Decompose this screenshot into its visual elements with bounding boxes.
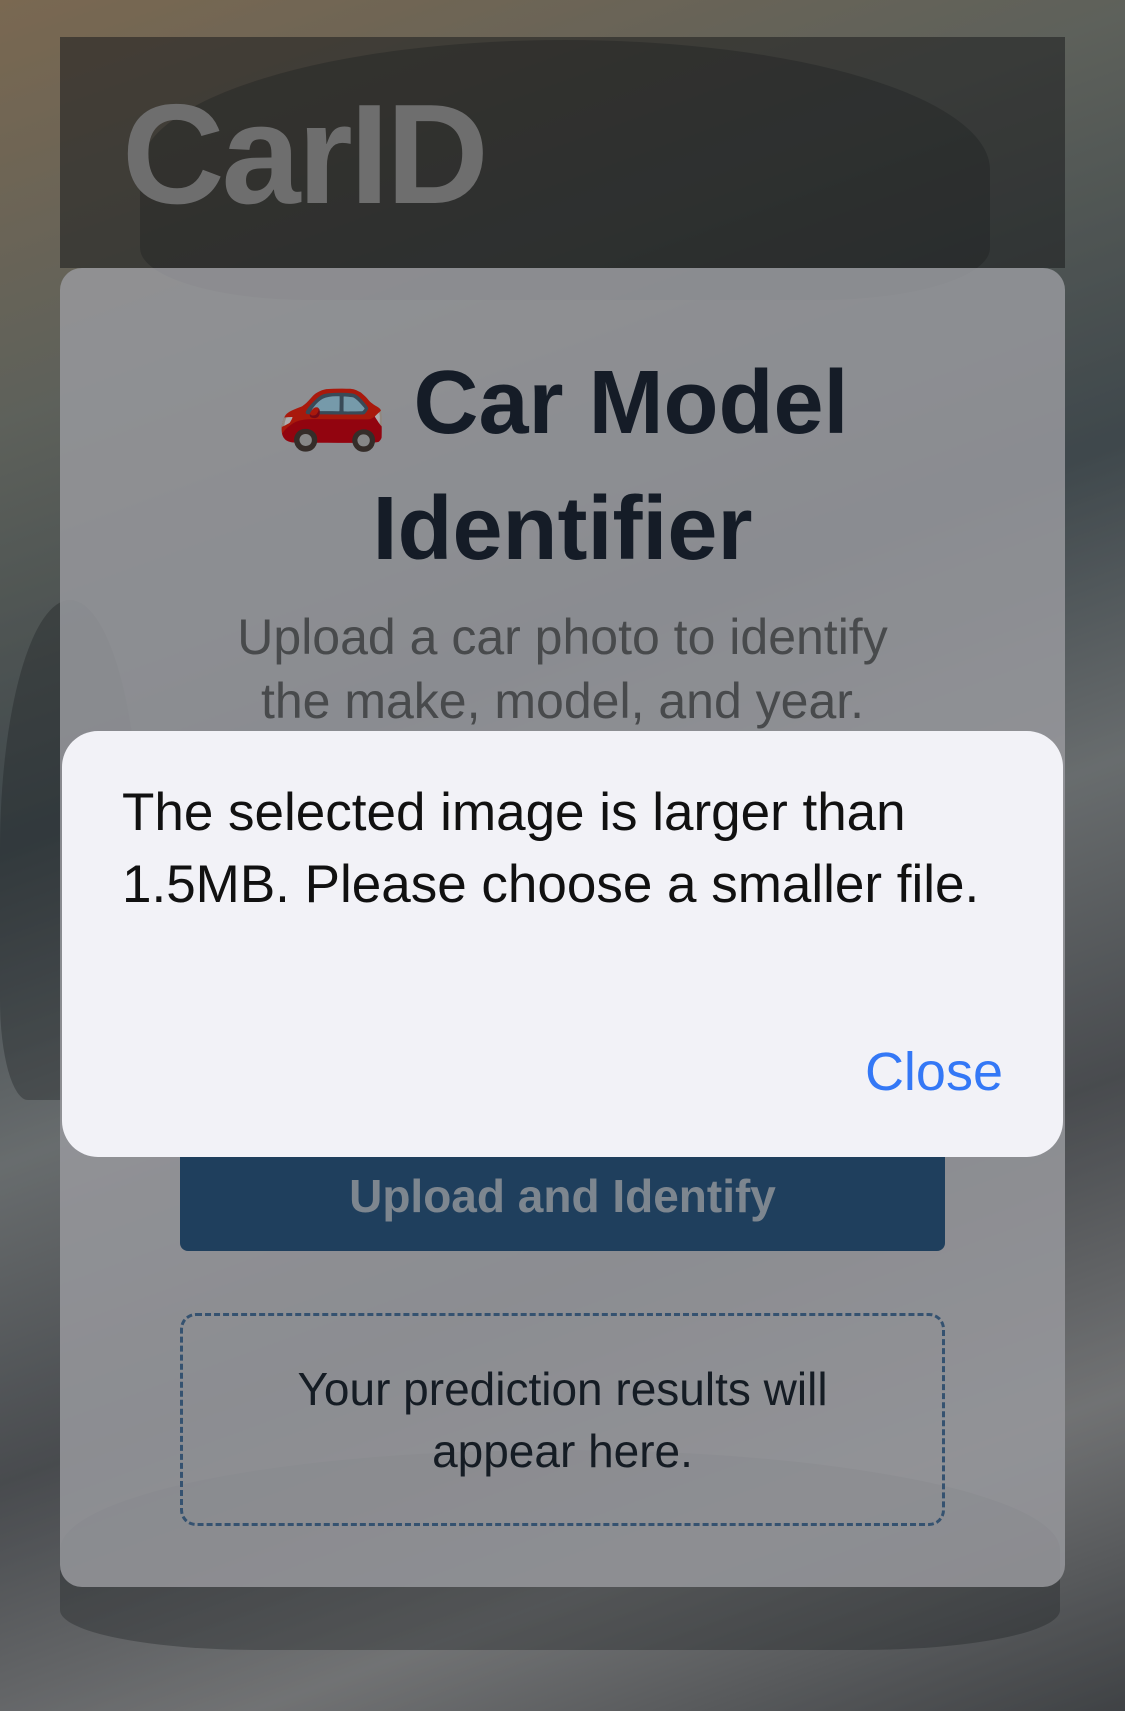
alert-dialog: The selected image is larger than 1.5MB.… bbox=[62, 731, 1063, 1157]
alert-message: The selected image is larger than 1.5MB.… bbox=[122, 783, 980, 914]
close-button[interactable]: Close bbox=[865, 1041, 1003, 1103]
